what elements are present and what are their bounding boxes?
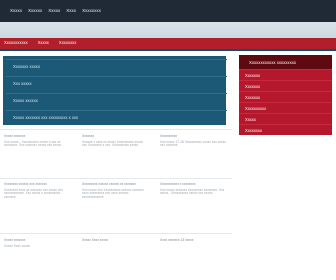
cards-divider-mid	[0, 178, 232, 179]
section-divider	[0, 49, 336, 51]
right-panel-item-5[interactable]: Xxxxx	[239, 113, 332, 124]
top-nav-item-2[interactable]: Xxxxxx	[28, 8, 42, 14]
card-6-title[interactable]: Xxxxxxxxxxx x xxxxxxxx	[160, 182, 226, 187]
cards-grid: Xxxxx xxxxxxx Xxx xxxxx - Xxxxxxxxxx xxx…	[0, 129, 232, 279]
sub-nav-item-2[interactable]: Xxxxx	[38, 41, 49, 45]
top-nav: Xxxxx Xxxxxx Xxxxx Xxxx Xxxxxxxx	[10, 8, 101, 14]
card-5[interactable]: Xxxxxxxxx xxxxxx xxxxxx xx xxxxxxx Xxx x…	[82, 182, 148, 225]
right-panel-item-6[interactable]: Xxxxxxxx	[239, 124, 332, 135]
card-3-text: Xxx xxxxx 17:16 Xxxxxxxxxx xxxxx xxx xxx…	[160, 139, 226, 148]
left-panel-item-3[interactable]: Xxxxx xxxxxx	[6, 93, 227, 106]
card-3-title[interactable]: Xxxxxxxxxx	[160, 134, 226, 139]
card-6[interactable]: Xxxxxxxxxxx x xxxxxxxx Xxx xxxxx xxxxxxx…	[160, 182, 226, 225]
right-panel-item-4[interactable]: Xxxxxxxxxx	[239, 102, 332, 113]
cards-divider-bottom	[0, 233, 232, 234]
top-nav-item-1[interactable]: Xxxxx	[10, 8, 22, 14]
right-panel: Xxxxxxxxxxxx xxxxxxxxx Xxxxxxx Xxxxxxx X…	[239, 55, 332, 183]
card-5-text: Xxx xxxxx xxx Xxxxxxxxxx xxxxxx xxxxxxx …	[82, 187, 144, 199]
card-1-title[interactable]: Xxxxx xxxxxxx	[4, 134, 70, 139]
card-1[interactable]: Xxxxx xxxxxxx Xxx xxxxx - Xxxxxxxxxx xxx…	[4, 134, 70, 177]
top-bar: Xxxxx Xxxxxx Xxxxx Xxxx Xxxxxxxx	[0, 0, 336, 22]
top-nav-item-5[interactable]: Xxxxxxxx	[82, 8, 101, 14]
top-nav-item-3[interactable]: Xxxxx	[48, 8, 60, 14]
card-2[interactable]: Xxxxxxx Xxxxxx x xxxx xx xxxxx Xxxxxxxxx…	[82, 134, 148, 177]
card-7-title[interactable]: Xxxxx xxxxxxx	[4, 238, 70, 243]
card-8-title[interactable]: Xxxxx Xxxx xxxxx	[82, 238, 148, 243]
right-panel-header: Xxxxxxxxxxxx xxxxxxxxx	[239, 55, 332, 69]
left-panel-item-2[interactable]: Xxx xxxxx	[6, 76, 227, 89]
card-5-title[interactable]: Xxxxxxxxx xxxxxx xxxxxx xx xxxxxxx	[82, 182, 148, 187]
right-panel-item-1[interactable]: Xxxxxxx	[239, 69, 332, 80]
card-7-text: Xxxxx Xxxx xxxxx	[4, 243, 31, 248]
card-7[interactable]: Xxxxx xxxxxxx Xxxxx Xxxx xxxxx	[4, 238, 70, 269]
card-1-text: Xxx xxxxx - Xxxxxxxxxx xxxxx x xxx xx xx…	[4, 139, 63, 148]
top-nav-item-4[interactable]: Xxxx	[66, 8, 76, 14]
card-8[interactable]: Xxxxx Xxxx xxxxx	[82, 238, 148, 269]
left-panel-item-4[interactable]: Xxxxx xxxxxxx xxx xxxxxxxxx x xxx	[6, 110, 227, 123]
right-panel-item-2[interactable]: Xxxxxxx	[239, 80, 332, 91]
right-panel-item-3[interactable]: Xxxxxxx	[239, 91, 332, 102]
sub-nav-item-1[interactable]: Xxxxxxxxxxx	[4, 41, 28, 45]
sub-nav: Xxxxxxxxxxx Xxxxx Xxxxxxxx	[0, 38, 336, 49]
sub-nav-item-3[interactable]: Xxxxxxxx	[59, 41, 76, 45]
card-2-text: Xxxxxx x xxxx xx xxxxx Xxxxxxxxxx xxxxx …	[82, 139, 143, 148]
card-2-title[interactable]: Xxxxxxx	[82, 134, 148, 139]
card-4[interactable]: Xxxxxxxx xxxxxx xxx xxxxxxx Xxxxxxxx xxx…	[4, 182, 70, 225]
card-9[interactable]: Xxxx xxxxxxx 13 xxxxx	[160, 238, 226, 269]
cards-divider-top	[0, 129, 232, 130]
card-4-title[interactable]: Xxxxxxxx xxxxxx xxx xxxxxxx	[4, 182, 70, 187]
card-3[interactable]: Xxxxxxxxxx Xxx xxxxx 17:16 Xxxxxxxxxx xx…	[160, 134, 226, 177]
left-panel: Xxxxxxx xxxxx Xxx xxxxx Xxxxx xxxxxx Xxx…	[3, 56, 227, 125]
card-9-title[interactable]: Xxxx xxxxxxx 13 xxxxx	[160, 238, 226, 243]
card-6-text: Xxx xxxxx xxxxxxx xxxxxxxxx xxxxxxxx. Xx…	[160, 187, 225, 196]
card-4-text: Xxxxxxxx xxxx xx xxxxxxx xxx xxxxx xxx x…	[4, 187, 63, 199]
left-panel-item-1[interactable]: Xxxxxxx xxxxx	[6, 59, 227, 72]
